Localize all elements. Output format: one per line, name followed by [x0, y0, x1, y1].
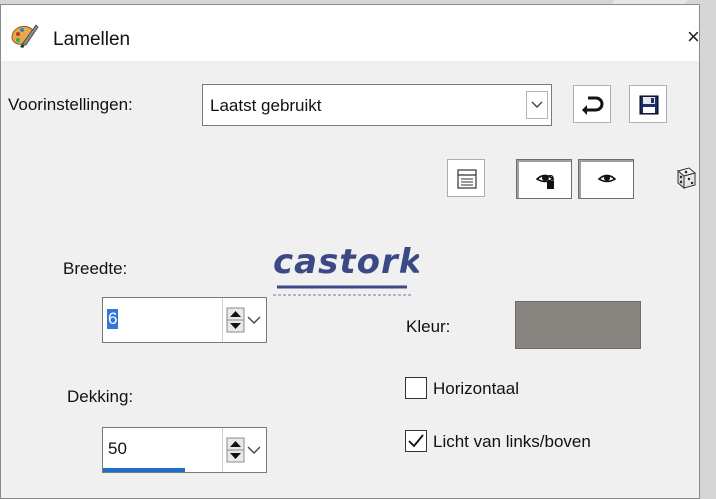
proof-eye-icon [535, 174, 555, 189]
color-label: Kleur: [406, 317, 451, 336]
castorke-watermark-logo: castorke [273, 242, 419, 296]
save-preset-button[interactable] [629, 85, 667, 123]
opacity-value[interactable]: 50 [107, 439, 128, 459]
reset-preset-button[interactable] [573, 85, 611, 123]
randomize-button[interactable] [665, 159, 703, 197]
color-swatch[interactable] [515, 301, 641, 349]
save-floppy-icon [639, 95, 659, 115]
opacity-spinbox[interactable]: 50 [102, 427, 267, 473]
width-spin-buttons[interactable] [222, 298, 267, 342]
opacity-spin-buttons[interactable] [222, 428, 267, 472]
light-from-top-left-label: Licht van links/boven [433, 432, 591, 451]
opacity-label: Dekking: [67, 387, 134, 406]
light-from-top-left-checkbox[interactable] [405, 430, 427, 452]
opacity-progress-bar [103, 468, 185, 472]
layout-dialog-icon [457, 169, 477, 189]
preview-button[interactable] [578, 159, 634, 199]
palette-brush-icon [11, 24, 39, 48]
width-label: Breedte: [63, 259, 128, 278]
spin-up-down-icon [226, 437, 261, 463]
presets-label: Voorinstellingen: [8, 95, 133, 114]
proof-button[interactable] [516, 159, 572, 199]
randomize-dice-icon [676, 167, 697, 190]
dialog-window: Lamellen × Voorinstellingen: Laatst gebr… [0, 4, 700, 499]
chevron-down-icon[interactable] [526, 91, 548, 119]
window-title: Lamellen [53, 29, 131, 50]
preview-eye-icon [597, 174, 617, 183]
layout-button[interactable] [447, 159, 485, 197]
title-bar: Lamellen × [1, 5, 700, 61]
reset-arrow-icon [582, 96, 604, 115]
close-button[interactable]: × [687, 23, 709, 51]
horizontal-checkbox[interactable] [405, 377, 427, 399]
spin-up-down-icon [226, 307, 261, 333]
horizontal-label: Horizontaal [433, 379, 519, 398]
checkmark-icon [408, 434, 424, 448]
presets-dropdown[interactable]: Laatst gebruikt [202, 84, 552, 126]
svg-text:castorke: castorke [273, 242, 419, 282]
width-spinbox[interactable]: 6 [102, 297, 267, 343]
width-value[interactable]: 6 [107, 309, 119, 329]
presets-selected-value: Laatst gebruikt [210, 96, 322, 115]
